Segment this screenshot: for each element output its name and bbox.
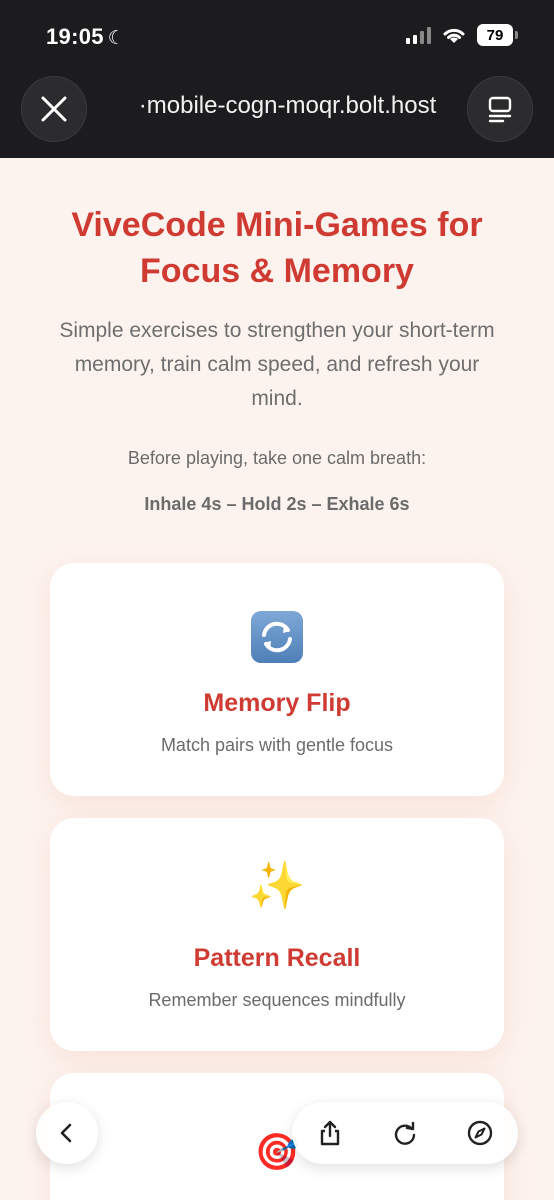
- wifi-icon: [443, 28, 465, 43]
- repeat-arrows-icon: [50, 611, 504, 674]
- game-description: Match pairs with gentle focus: [160, 735, 394, 755]
- breath-pattern: Inhale 4s – Hold 2s – Exhale 6s: [144, 494, 410, 514]
- breath-intro: Before playing, take one calm breath:: [127, 448, 427, 468]
- reload-icon: [394, 1121, 416, 1145]
- sparkles-icon: ✨: [248, 859, 306, 911]
- share-icon: [320, 1120, 339, 1146]
- reload-button[interactable]: [380, 1108, 430, 1158]
- game-card-pattern-recall[interactable]: ✨ Pattern Recall Remember sequences mind…: [50, 818, 504, 1051]
- status-icons: 79: [406, 24, 518, 46]
- browser-top-bar: 19:05 ☾ 79 ·mobile-cogn-moqr.bolt.host: [0, 0, 554, 158]
- page-menu-button[interactable]: [467, 76, 533, 142]
- status-time-text: 19:05: [46, 24, 104, 49]
- game-title: Memory Flip: [203, 689, 351, 717]
- back-button[interactable]: [36, 1102, 98, 1164]
- moon-icon: ☾: [107, 28, 126, 49]
- battery-level: 79: [477, 24, 513, 46]
- game-title: Pattern Recall: [193, 944, 361, 972]
- compass-icon: [468, 1120, 493, 1146]
- close-icon: [41, 96, 67, 122]
- chevron-left-icon: [60, 1123, 72, 1143]
- status-time: 19:05 ☾: [46, 24, 125, 50]
- safari-button[interactable]: [455, 1108, 505, 1158]
- page-title: ViveCode Mini-Games for Focus & Memory: [71, 206, 483, 290]
- cellular-signal-icon: [406, 26, 431, 44]
- close-button[interactable]: [21, 76, 87, 142]
- page-menu-icon: [488, 96, 512, 123]
- page-subtitle: Simple exercises to strengthen your shor…: [59, 319, 495, 410]
- game-description: Remember sequences mindfully: [148, 990, 406, 1010]
- game-card-memory-flip[interactable]: Memory Flip Match pairs with gentle focu…: [50, 563, 504, 796]
- share-button[interactable]: [305, 1108, 355, 1158]
- browser-toolbar: [292, 1102, 518, 1164]
- url-field[interactable]: ·mobile-cogn-moqr.bolt.host: [115, 92, 460, 120]
- battery-icon: 79: [477, 24, 518, 46]
